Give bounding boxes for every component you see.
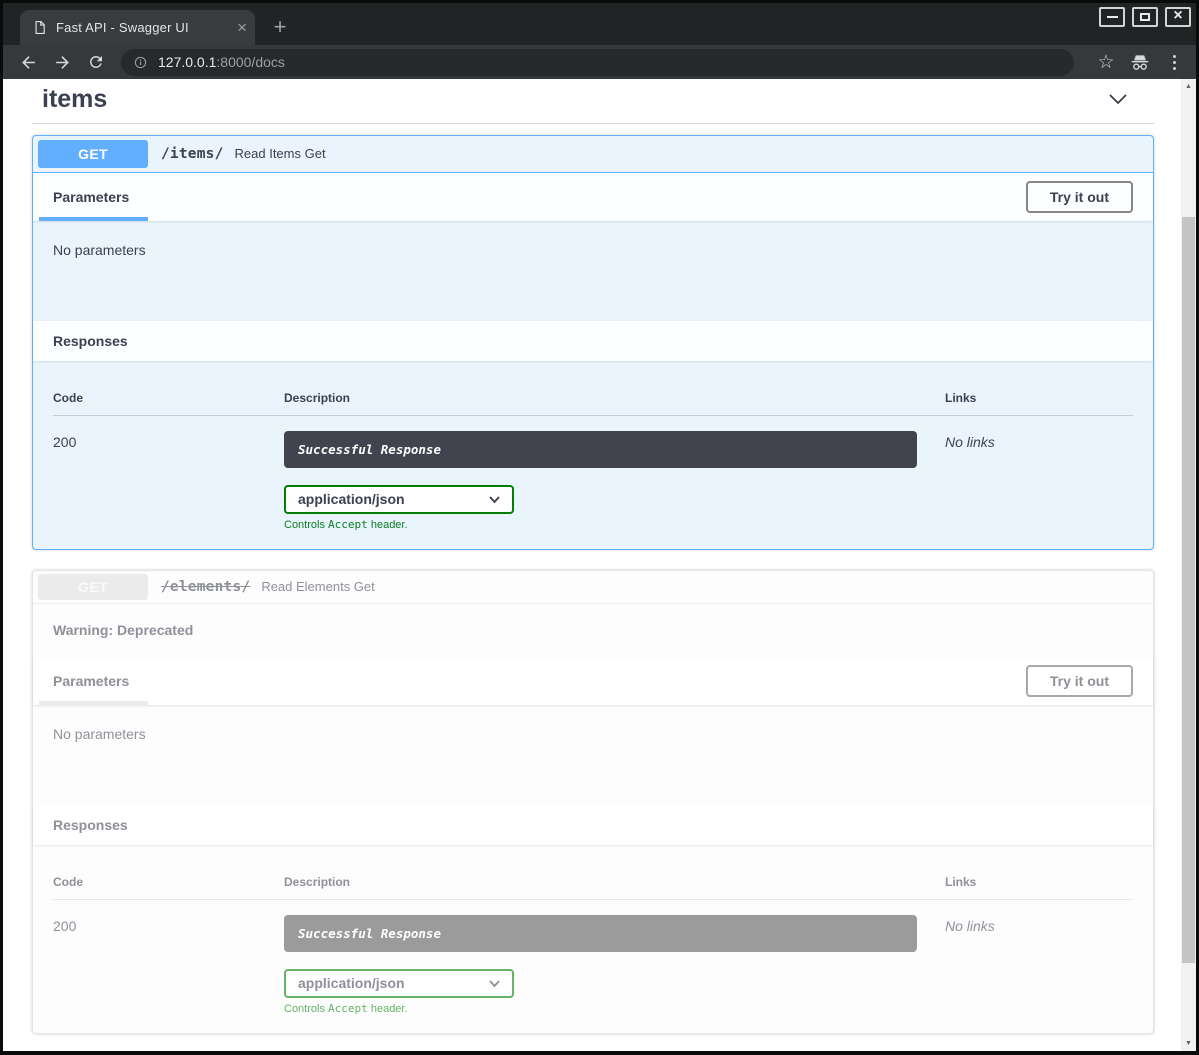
media-type-value: application/json bbox=[298, 975, 405, 991]
address-bar[interactable]: 127.0.0.1:8000/docs bbox=[121, 49, 1074, 76]
swagger-ui-content: items GET /items/ Read Items Get Paramet… bbox=[3, 79, 1181, 1051]
forward-button[interactable] bbox=[49, 49, 75, 75]
chevron-down-icon bbox=[488, 978, 501, 989]
response-description-cell: Successful Response application/json Con… bbox=[284, 915, 945, 1015]
opblock-get-elements-deprecated: GET /elements/ Read Elements Get Warning… bbox=[32, 570, 1154, 1034]
kebab-menu-icon bbox=[1173, 55, 1176, 70]
parameters-header: Parameters Try it out bbox=[33, 173, 1153, 221]
browser-tab[interactable]: Fast API - Swagger UI × bbox=[20, 10, 255, 45]
col-code: Code bbox=[53, 391, 284, 405]
response-links: No links bbox=[945, 915, 1133, 1015]
responses-title: Responses bbox=[53, 333, 128, 349]
method-badge: GET bbox=[38, 140, 148, 168]
minimize-icon bbox=[1107, 16, 1118, 18]
response-code: 200 bbox=[53, 431, 284, 531]
page-scrollbar[interactable]: ▲ ▼ bbox=[1181, 79, 1196, 1051]
try-it-out-button[interactable]: Try it out bbox=[1026, 181, 1133, 213]
chevron-down-icon bbox=[488, 494, 501, 505]
back-button[interactable] bbox=[15, 49, 41, 75]
window-controls: × bbox=[1099, 7, 1191, 27]
chevron-down-icon[interactable] bbox=[1106, 87, 1130, 111]
window-minimize-button[interactable] bbox=[1099, 7, 1125, 27]
browser-toolbar: 127.0.0.1:8000/docs ☆ bbox=[3, 45, 1196, 79]
response-links: No links bbox=[945, 431, 1133, 531]
url-path: :8000/docs bbox=[216, 54, 285, 70]
url-host: 127.0.0.1 bbox=[158, 54, 216, 70]
tag-title: items bbox=[42, 85, 107, 114]
accept-header-hint: Controls Accept header. bbox=[284, 518, 945, 531]
reload-button[interactable] bbox=[83, 49, 109, 75]
responses-table: Code Description Links 200 Successful Re… bbox=[33, 361, 1153, 549]
tab-close-icon[interactable]: × bbox=[237, 19, 247, 36]
tab-parameters[interactable]: Parameters bbox=[53, 173, 129, 221]
response-row: 200 Successful Response application/json… bbox=[53, 900, 1133, 1015]
scrollbar-thumb[interactable] bbox=[1182, 217, 1195, 963]
opblock-summary[interactable]: GET /elements/ Read Elements Get bbox=[33, 571, 1153, 604]
deprecated-warning: Warning: Deprecated bbox=[33, 604, 1153, 657]
response-description: Successful Response bbox=[284, 431, 917, 468]
responses-table-head: Code Description Links bbox=[53, 379, 1133, 416]
col-code: Code bbox=[53, 875, 284, 889]
method-badge: GET bbox=[38, 574, 148, 600]
endpoint-path: /items/ bbox=[161, 146, 224, 162]
endpoint-summary: Read Elements Get bbox=[261, 579, 374, 594]
window-maximize-button[interactable] bbox=[1132, 7, 1158, 27]
responses-table-head: Code Description Links bbox=[53, 863, 1133, 900]
window-close-button[interactable]: × bbox=[1165, 7, 1191, 27]
responses-table: Code Description Links 200 Successful Re… bbox=[33, 845, 1153, 1033]
tab-bar: Fast API - Swagger UI × + × bbox=[3, 3, 1196, 45]
col-description: Description bbox=[284, 875, 945, 889]
browser-window: Fast API - Swagger UI × + × 127.0.0.1:80… bbox=[0, 0, 1199, 1055]
browser-viewport: items GET /items/ Read Items Get Paramet… bbox=[3, 79, 1196, 1051]
browser-menu-button[interactable] bbox=[1162, 50, 1186, 74]
arrow-right-icon bbox=[53, 53, 72, 72]
response-row: 200 Successful Response application/json… bbox=[53, 416, 1133, 531]
responses-header: Responses bbox=[33, 805, 1153, 845]
new-tab-button[interactable]: + bbox=[265, 12, 295, 42]
tab-parameters[interactable]: Parameters bbox=[53, 657, 129, 705]
endpoint-summary: Read Items Get bbox=[235, 146, 326, 161]
media-type-select[interactable]: application/json bbox=[284, 485, 514, 514]
col-links: Links bbox=[945, 391, 1133, 405]
bookmark-star-icon[interactable]: ☆ bbox=[1094, 50, 1118, 74]
response-description-cell: Successful Response application/json Con… bbox=[284, 431, 945, 531]
responses-title: Responses bbox=[53, 817, 128, 833]
endpoint-path: /elements/ bbox=[161, 579, 250, 595]
col-description: Description bbox=[284, 391, 945, 405]
responses-header: Responses bbox=[33, 321, 1153, 361]
media-type-value: application/json bbox=[298, 491, 405, 507]
scroll-up-arrow[interactable]: ▲ bbox=[1181, 80, 1196, 93]
parameters-header: Parameters Try it out bbox=[33, 657, 1153, 705]
tag-section-header[interactable]: items bbox=[32, 81, 1154, 124]
no-parameters-message: No parameters bbox=[33, 705, 1153, 805]
response-code: 200 bbox=[53, 915, 284, 1015]
opblock-summary[interactable]: GET /items/ Read Items Get bbox=[33, 136, 1153, 173]
no-parameters-message: No parameters bbox=[33, 221, 1153, 321]
maximize-icon bbox=[1140, 13, 1150, 21]
reload-icon bbox=[87, 53, 105, 71]
opblock-get-items: GET /items/ Read Items Get Parameters Tr… bbox=[32, 135, 1154, 550]
arrow-left-icon bbox=[19, 53, 38, 72]
tab-title: Fast API - Swagger UI bbox=[56, 20, 231, 35]
page-favicon-icon bbox=[32, 20, 47, 35]
response-description: Successful Response bbox=[284, 915, 917, 952]
close-icon: × bbox=[1173, 8, 1182, 24]
col-links: Links bbox=[945, 875, 1133, 889]
incognito-icon bbox=[1128, 50, 1152, 74]
accept-header-hint: Controls Accept header. bbox=[284, 1002, 945, 1015]
media-type-select[interactable]: application/json bbox=[284, 969, 514, 998]
scroll-down-arrow[interactable]: ▼ bbox=[1181, 1037, 1196, 1050]
info-icon[interactable] bbox=[133, 55, 148, 70]
try-it-out-button[interactable]: Try it out bbox=[1026, 665, 1133, 697]
